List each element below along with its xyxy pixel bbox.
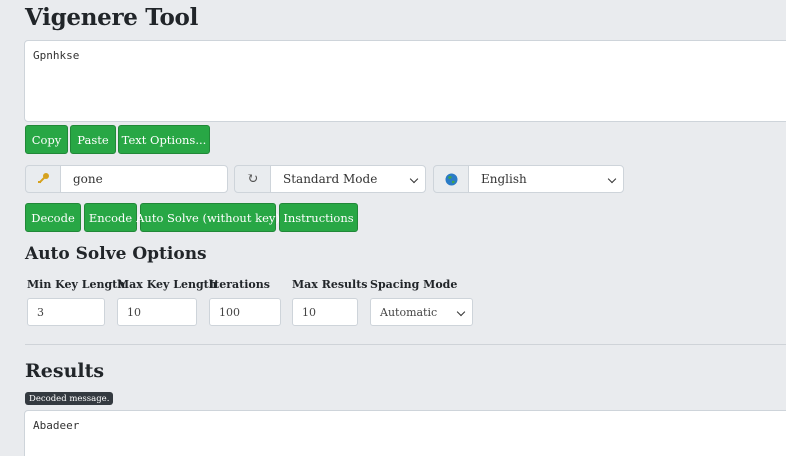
refresh-icon: ↻ [234,165,271,193]
globe-icon [433,165,469,193]
paste-button[interactable]: Paste [70,125,116,154]
iterations-input[interactable]: 100 [209,298,281,326]
results-heading: Results [25,360,105,382]
encode-button[interactable]: Encode [84,203,137,232]
key-icon [25,165,61,193]
auto-solve-heading: Auto Solve Options [25,244,207,264]
language-select[interactable]: English [468,165,624,193]
status-badge: Decoded message. [25,392,114,405]
max-key-length-label: Max Key Length [117,278,217,291]
spacing-mode-label: Spacing Mode [370,278,458,291]
output-textarea[interactable]: Abadeer [24,410,786,456]
min-key-length-label: Min Key Length [27,278,126,291]
instructions-button[interactable]: Instructions [279,203,358,232]
page-title: Vigenere Tool [25,4,199,31]
decode-button[interactable]: Decode [25,203,81,232]
mode-select[interactable]: Standard Mode [270,165,426,193]
input-textarea[interactable]: Gpnhkse [24,40,786,122]
copy-button[interactable]: Copy [25,125,68,154]
section-divider [25,344,786,345]
min-key-length-input[interactable]: 3 [27,298,105,326]
text-options-button[interactable]: Text Options... [118,125,210,154]
max-results-input[interactable]: 10 [292,298,358,326]
max-key-length-input[interactable]: 10 [117,298,197,326]
max-results-label: Max Results [292,278,368,291]
iterations-label: Iterations [209,278,270,291]
auto-solve-button[interactable]: Auto Solve (without key) [136,203,280,232]
spacing-mode-select[interactable]: Automatic [370,298,473,326]
key-input[interactable]: gone [60,165,228,193]
